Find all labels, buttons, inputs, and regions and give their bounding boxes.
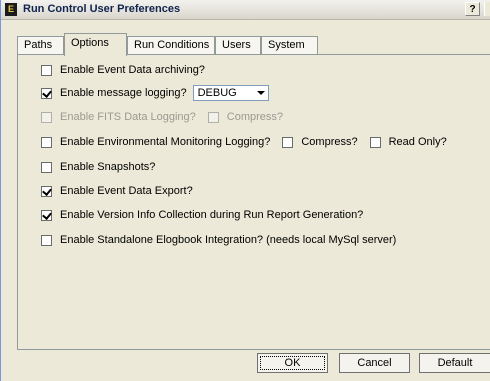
option-snapshots: Enable Snapshots? bbox=[41, 160, 155, 174]
version-info-checkbox[interactable] bbox=[41, 209, 52, 221]
options-panel: Enable Event Data archiving? Enable mess… bbox=[17, 54, 490, 350]
option-message-logging: Enable message logging? DEBUG bbox=[41, 85, 269, 101]
close-button[interactable] bbox=[484, 2, 490, 16]
snapshots-label: Enable Snapshots? bbox=[60, 161, 156, 173]
tab-run-conditions[interactable]: Run Conditions bbox=[127, 36, 215, 54]
env-readonly-label: Read Only? bbox=[388, 136, 447, 148]
tab-system[interactable]: System bbox=[261, 36, 318, 54]
title-bar[interactable]: E Run Control User Preferences ? bbox=[1, 0, 490, 20]
env-logging-label: Enable Environmental Monitoring Logging? bbox=[60, 136, 271, 148]
log-level-value: DEBUG bbox=[197, 87, 237, 99]
option-event-export: Enable Event Data Export? bbox=[41, 184, 193, 198]
event-export-label: Enable Event Data Export? bbox=[60, 185, 193, 197]
fits-logging-checkbox bbox=[41, 111, 52, 123]
help-button[interactable]: ? bbox=[465, 2, 480, 16]
app-icon: E bbox=[5, 3, 17, 16]
option-event-archiving: Enable Event Data archiving? bbox=[41, 63, 205, 77]
env-readonly-checkbox[interactable] bbox=[369, 136, 381, 148]
cancel-button[interactable]: Cancel bbox=[339, 353, 410, 373]
event-export-checkbox[interactable] bbox=[41, 185, 52, 197]
option-env-logging: Enable Environmental Monitoring Logging?… bbox=[41, 135, 447, 149]
message-logging-checkbox[interactable] bbox=[41, 87, 52, 99]
fits-compress-checkbox bbox=[207, 111, 219, 123]
env-compress-checkbox[interactable] bbox=[282, 136, 294, 148]
elogbook-checkbox[interactable] bbox=[41, 234, 52, 246]
ok-button[interactable]: OK bbox=[257, 353, 328, 373]
event-archiving-checkbox[interactable] bbox=[41, 64, 52, 76]
version-info-label: Enable Version Info Collection during Ru… bbox=[60, 209, 364, 221]
option-fits-logging: Enable FITS Data Logging? Compress? bbox=[41, 110, 283, 124]
preferences-window: E Run Control User Preferences ? Paths O… bbox=[0, 0, 490, 381]
fits-logging-label: Enable FITS Data Logging? bbox=[60, 111, 196, 123]
tab-paths[interactable]: Paths bbox=[17, 36, 64, 54]
window-title: Run Control User Preferences bbox=[23, 3, 181, 15]
default-button[interactable]: Default bbox=[419, 353, 490, 373]
chevron-down-icon[interactable] bbox=[254, 86, 268, 100]
option-elogbook: Enable Standalone Elogbook Integration? … bbox=[41, 233, 396, 247]
log-level-select[interactable]: DEBUG bbox=[192, 85, 269, 101]
env-logging-checkbox[interactable] bbox=[41, 136, 52, 148]
elogbook-label: Enable Standalone Elogbook Integration? … bbox=[60, 234, 397, 246]
event-archiving-label: Enable Event Data archiving? bbox=[60, 64, 205, 76]
env-compress-label: Compress? bbox=[301, 136, 358, 148]
tab-users[interactable]: Users bbox=[215, 36, 261, 54]
fits-compress-label: Compress? bbox=[226, 111, 284, 123]
message-logging-label: Enable message logging? bbox=[60, 87, 187, 99]
option-version-info: Enable Version Info Collection during Ru… bbox=[41, 208, 363, 222]
tab-options[interactable]: Options bbox=[64, 33, 127, 56]
snapshots-checkbox[interactable] bbox=[41, 161, 52, 173]
